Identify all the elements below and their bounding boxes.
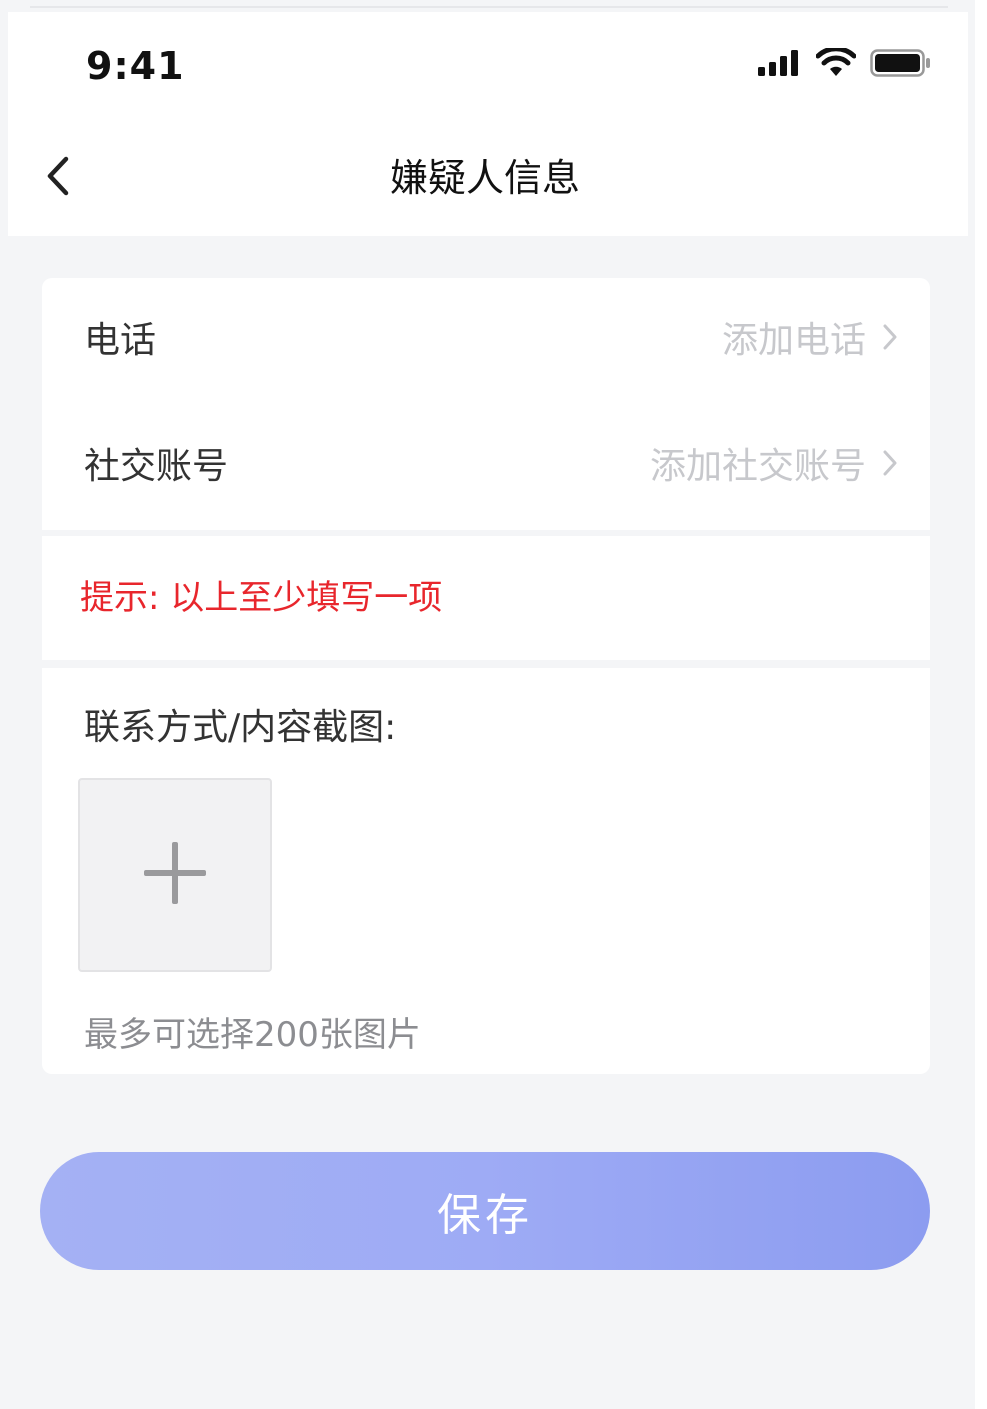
wifi-icon [815, 46, 857, 82]
chevron-right-icon [882, 441, 898, 493]
phone-row[interactable]: 电话 添加电话 [42, 278, 930, 404]
plus-icon [142, 840, 208, 910]
save-button[interactable]: 保存 [40, 1152, 930, 1270]
page-title: 嫌疑人信息 [389, 156, 580, 200]
upload-title: 联系方式/内容截图: [84, 707, 397, 748]
upload-card: 联系方式/内容截图: 最多可选择200张图片 [42, 668, 930, 1074]
social-value: 添加社交账号 [650, 441, 898, 493]
hint-text: 提示: 以上至少填写一项 [80, 578, 443, 618]
top-divider [30, 6, 948, 8]
social-row[interactable]: 社交账号 添加社交账号 [42, 404, 930, 530]
phone-label: 电话 [84, 320, 157, 361]
contact-card: 电话 添加电话 社交账号 添加社交账号 [42, 278, 930, 530]
app-screen: 9:41 嫌疑人信息 电话 添加电话 社交账号 添加社交账号 提示: 以上至少填… [0, 0, 987, 1409]
add-image-button[interactable] [78, 778, 272, 972]
status-icons [758, 46, 932, 82]
hint-card: 提示: 以上至少填写一项 [42, 536, 930, 660]
social-placeholder: 添加社交账号 [649, 446, 866, 487]
upload-limit-text: 最多可选择200张图片 [84, 1015, 421, 1055]
signal-icon [758, 50, 802, 80]
battery-icon [870, 49, 932, 81]
phone-value: 添加电话 [722, 315, 898, 367]
phone-placeholder: 添加电话 [721, 320, 866, 361]
chevron-right-icon [882, 315, 898, 367]
social-label: 社交账号 [84, 446, 229, 487]
right-edge [975, 0, 987, 1409]
status-time: 9:41 [86, 44, 185, 88]
